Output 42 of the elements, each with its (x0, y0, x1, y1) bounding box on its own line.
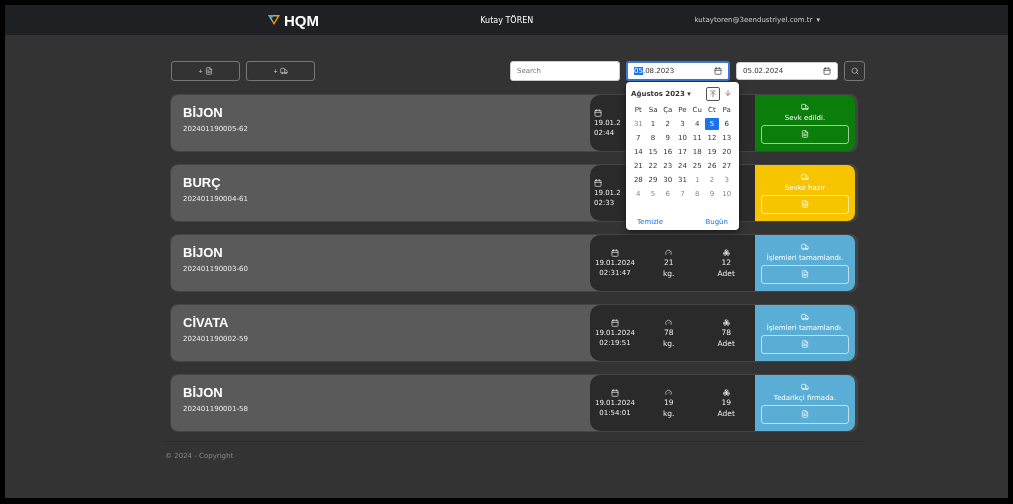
file-icon (801, 340, 809, 348)
product-name: BİJON (183, 105, 224, 120)
gauge-icon (665, 248, 673, 256)
calendar-icon (594, 109, 602, 117)
file-icon (204, 67, 213, 75)
document-button[interactable] (761, 194, 849, 214)
file-icon (801, 270, 809, 278)
document-button[interactable] (761, 124, 849, 144)
search-icon (850, 67, 859, 75)
document-button[interactable] (761, 334, 849, 354)
arrow-up-icon[interactable] (706, 87, 720, 101)
product-name: BURÇ (183, 175, 222, 190)
product-name: BİJON (183, 245, 224, 260)
file-icon (801, 130, 809, 138)
truck-icon (801, 102, 809, 111)
boxes-icon (722, 318, 730, 326)
logo[interactable]: HQM (267, 11, 319, 29)
gauge-icon (665, 318, 673, 326)
file-icon (801, 410, 809, 418)
calendar-icon (611, 319, 619, 327)
product-name: BİJON (183, 385, 224, 400)
boxes-icon (722, 248, 730, 256)
product-name: CİVATA (183, 315, 230, 330)
truck-icon (801, 382, 809, 391)
gauge-icon (665, 388, 673, 396)
document-button[interactable] (761, 264, 849, 284)
document-button[interactable] (761, 404, 849, 424)
arrow-down-icon[interactable] (722, 87, 734, 99)
calendar-icon (611, 389, 619, 397)
file-icon (801, 200, 809, 208)
search-button[interactable] (844, 61, 865, 81)
boxes-icon (722, 388, 730, 396)
calendar-icon (594, 179, 602, 187)
calendar-icon (823, 67, 831, 75)
truck-icon (801, 312, 809, 321)
calendar-icon (611, 249, 619, 257)
truck-icon (801, 172, 809, 181)
truck-icon (279, 67, 288, 75)
calendar-icon (714, 67, 722, 75)
user-name: Kutay TÖREN (480, 15, 534, 25)
truck-icon (801, 242, 809, 251)
shield-logo-icon (267, 14, 281, 26)
